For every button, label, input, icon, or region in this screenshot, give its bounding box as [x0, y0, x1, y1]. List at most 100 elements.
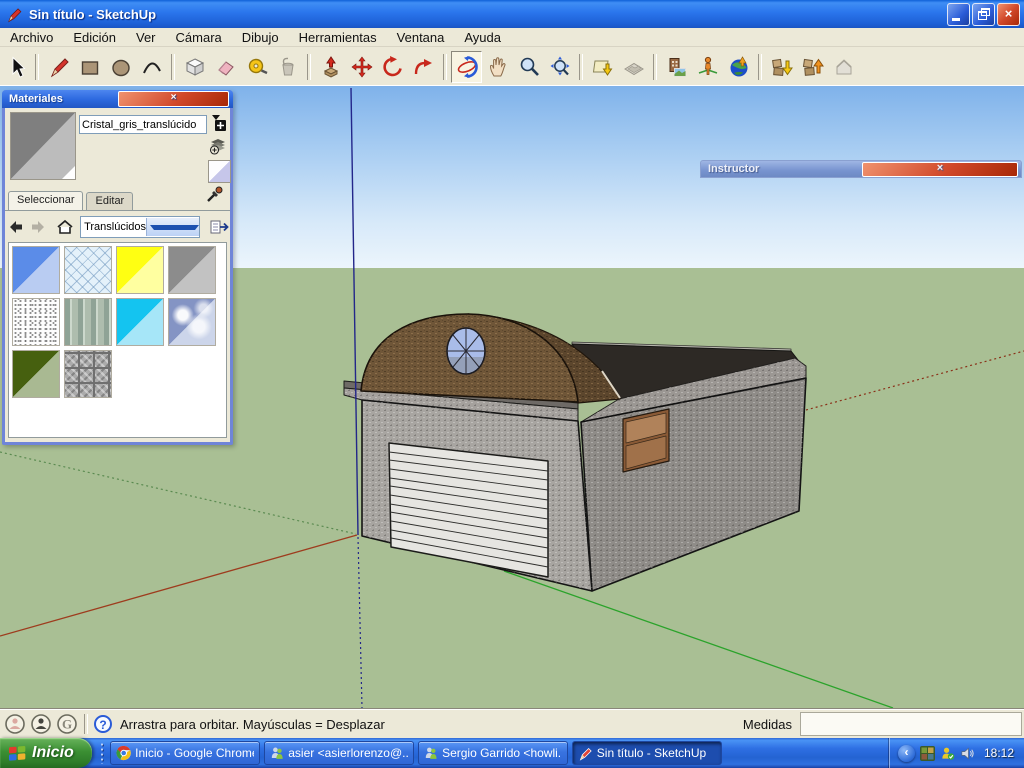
taskbar-task-messenger-asier[interactable]: asier <asierlorenzo@...: [264, 741, 414, 765]
tray-app-icon[interactable]: [920, 746, 935, 761]
dropdown-arrow-icon[interactable]: [146, 218, 199, 236]
material-swatch-lattice-glass[interactable]: [64, 246, 112, 294]
collections-dropdown[interactable]: Translúcidos: [80, 216, 200, 238]
orbit-tool-icon[interactable]: [451, 51, 482, 83]
back-arrow-icon[interactable]: [5, 216, 27, 238]
line-tool-icon[interactable]: [43, 51, 74, 83]
material-swatch-ribbed-glass[interactable]: [64, 298, 112, 346]
material-swatch-translucent-cyan[interactable]: [116, 298, 164, 346]
close-button[interactable]: ×: [997, 3, 1020, 26]
materials-title: Materiales: [9, 93, 118, 105]
paint-with-texture-icon[interactable]: [207, 136, 229, 156]
menu-bar: Archivo Edición Ver Cámara Dibujo Herram…: [0, 28, 1024, 47]
attribution-icon[interactable]: [4, 713, 26, 735]
collections-dropdown-value: Translúcidos: [81, 221, 146, 233]
material-swatch-clouded-glass[interactable]: [168, 298, 216, 346]
zoom-tool-icon[interactable]: [513, 51, 544, 83]
tray-volume-icon[interactable]: [960, 746, 975, 761]
restore-button[interactable]: [972, 3, 995, 26]
tray-messenger-icon[interactable]: [940, 746, 955, 761]
material-swatch-translucent-gray[interactable]: [168, 246, 216, 294]
menu-ventana[interactable]: Ventana: [387, 28, 455, 46]
tab-editar[interactable]: Editar: [86, 192, 133, 210]
system-tray: ‹ 18:12: [889, 738, 1024, 768]
menu-camara[interactable]: Cámara: [166, 28, 232, 46]
clock[interactable]: 18:12: [984, 746, 1014, 760]
windows-taskbar: Inicio Inicio - Google Chrome asier <asi…: [0, 738, 1024, 768]
tray-chevron-icon[interactable]: ‹: [898, 745, 915, 762]
instructor-title: Instructor: [708, 163, 862, 175]
credit-person-icon[interactable]: [30, 713, 52, 735]
messenger-icon: [424, 746, 438, 761]
start-button[interactable]: Inicio: [0, 738, 92, 768]
paint-bucket-icon[interactable]: [272, 51, 303, 83]
menu-herramientas[interactable]: Herramientas: [289, 28, 387, 46]
rotate-tool-icon[interactable]: [377, 51, 408, 83]
eraser-tool-icon[interactable]: [210, 51, 241, 83]
menu-archivo[interactable]: Archivo: [0, 28, 63, 46]
follow-me-tool-icon[interactable]: [408, 51, 439, 83]
materials-window: Materiales × Seleccionar Editar: [2, 90, 233, 445]
tape-measure-icon[interactable]: [241, 51, 272, 83]
desktop: Sin título - SketchUp × Archivo Edición …: [0, 0, 1024, 768]
materials-close-icon[interactable]: ×: [118, 91, 229, 107]
default-material-swatch[interactable]: [208, 160, 231, 183]
window-title: Sin título - SketchUp: [29, 7, 947, 22]
material-swatch-speckled-glass[interactable]: [12, 298, 60, 346]
material-swatch-translucent-dark-green[interactable]: [12, 350, 60, 398]
taskbar-task-messenger-sergio[interactable]: Sergio Garrido <howli...: [418, 741, 568, 765]
svg-text:G: G: [62, 717, 72, 732]
measurements-label: Medidas: [743, 717, 792, 732]
circle-tool-icon[interactable]: [105, 51, 136, 83]
materials-list: [8, 242, 227, 438]
google-status-icon[interactable]: G: [56, 713, 78, 735]
material-swatch-translucent-blue[interactable]: [12, 246, 60, 294]
eyedropper-icon[interactable]: [206, 185, 224, 208]
share-models-icon[interactable]: [797, 51, 828, 83]
quick-launch-grip[interactable]: [100, 742, 104, 764]
zoom-extents-icon[interactable]: [544, 51, 575, 83]
google-earth-icon[interactable]: [723, 51, 754, 83]
sketchup-icon: [578, 746, 593, 761]
arc-tool-icon[interactable]: [136, 51, 167, 83]
minimize-button[interactable]: [947, 3, 970, 26]
materials-tabs: Seleccionar Editar: [5, 190, 230, 211]
share-component-icon[interactable]: [828, 51, 859, 83]
materials-titlebar[interactable]: Materiales ×: [2, 90, 233, 108]
menu-dibujo[interactable]: Dibujo: [232, 28, 289, 46]
model-viewport[interactable]: Materiales × Seleccionar Editar: [0, 86, 1024, 708]
pan-tool-icon[interactable]: [482, 51, 513, 83]
menu-ayuda[interactable]: Ayuda: [454, 28, 511, 46]
material-swatch-glass-blocks[interactable]: [64, 350, 112, 398]
model-figure-icon[interactable]: [692, 51, 723, 83]
menu-ver[interactable]: Ver: [126, 28, 166, 46]
select-tool-icon[interactable]: [0, 51, 31, 83]
menu-edicion[interactable]: Edición: [63, 28, 126, 46]
instructor-close-icon[interactable]: ×: [862, 162, 1018, 177]
move-tool-icon[interactable]: [346, 51, 377, 83]
photo-textures-icon[interactable]: [661, 51, 692, 83]
status-bar: G ? Arrastra para orbitar. Mayúsculas = …: [0, 708, 1024, 739]
details-menu-icon[interactable]: [208, 216, 230, 238]
start-label: Inicio: [32, 744, 74, 762]
push-pull-tool-icon[interactable]: [315, 51, 346, 83]
measurements-input[interactable]: [800, 712, 1022, 736]
help-icon[interactable]: ?: [94, 715, 112, 733]
create-material-button[interactable]: [207, 112, 229, 132]
material-swatch-translucent-yellow[interactable]: [116, 246, 164, 294]
make-component-icon[interactable]: [179, 51, 210, 83]
taskbar-task-chrome[interactable]: Inicio - Google Chrome: [110, 741, 260, 765]
get-current-view-icon[interactable]: [587, 51, 618, 83]
instructor-window[interactable]: Instructor ×: [700, 160, 1022, 178]
material-name-input[interactable]: [79, 115, 207, 134]
taskbar-task-sketchup[interactable]: Sin título - SketchUp: [572, 741, 722, 765]
toggle-terrain-icon[interactable]: [618, 51, 649, 83]
get-models-icon[interactable]: [766, 51, 797, 83]
rectangle-tool-icon[interactable]: [74, 51, 105, 83]
tab-seleccionar[interactable]: Seleccionar: [8, 191, 83, 210]
chrome-icon: [116, 745, 131, 761]
status-hint: Arrastra para orbitar. Mayúsculas = Desp…: [120, 717, 385, 732]
forward-arrow-icon[interactable]: [27, 216, 49, 238]
materials-nav: Translúcidos: [5, 214, 230, 240]
home-icon[interactable]: [54, 216, 76, 238]
